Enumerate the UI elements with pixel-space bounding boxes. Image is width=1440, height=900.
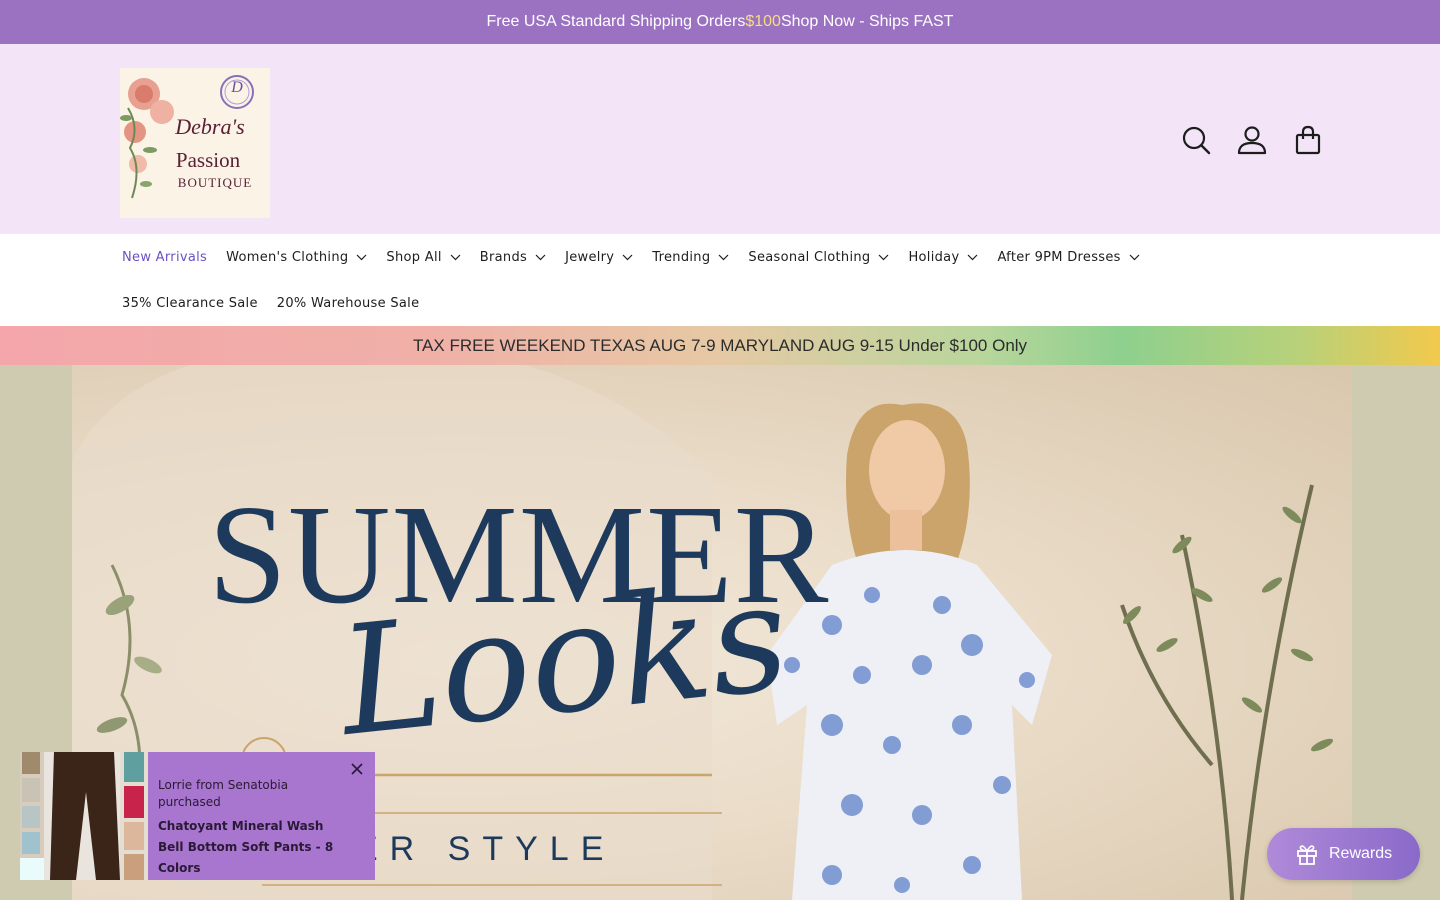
promo-bar[interactable]: TAX FREE WEEKEND TEXAS AUG 7-9 MARYLAND … bbox=[0, 326, 1440, 365]
rewards-button[interactable]: Rewards bbox=[1267, 828, 1420, 880]
chevron-down-icon bbox=[879, 254, 889, 260]
logo-line1: Debra's bbox=[175, 114, 245, 139]
promo-bar-text: TAX FREE WEEKEND TEXAS AUG 7-9 MARYLAND … bbox=[412, 335, 1028, 355]
nav-item-shop-all[interactable]: Shop All bbox=[386, 250, 461, 265]
main-navigation: New Arrivals Women's Clothing Shop All B… bbox=[0, 234, 1440, 326]
chevron-down-icon bbox=[622, 254, 633, 260]
logo-line3: BOUTIQUE bbox=[177, 175, 253, 190]
cart-icon[interactable] bbox=[1290, 122, 1326, 158]
nav-item-womens-clothing[interactable]: Women's Clothing bbox=[226, 250, 367, 265]
nav-item-holiday[interactable]: Holiday bbox=[908, 250, 978, 265]
nav-item-jewelry[interactable]: Jewelry bbox=[565, 250, 633, 265]
logo-monogram: D bbox=[231, 79, 243, 96]
search-icon[interactable] bbox=[1178, 122, 1214, 158]
chevron-down-icon bbox=[356, 254, 367, 260]
nav-item-brands[interactable]: Brands bbox=[480, 250, 546, 265]
site-header: D Debra's Passion BOUTIQUE bbox=[0, 44, 1440, 234]
hero-script-title: Looks bbox=[332, 550, 796, 770]
logo-line2: Passion bbox=[175, 148, 241, 172]
nav-item-trending[interactable]: Trending bbox=[652, 250, 729, 265]
popup-product-link[interactable]: Chatoyant Mineral Wash Bell Bottom Soft … bbox=[158, 816, 353, 879]
nav-row-primary: New Arrivals Women's Clothing Shop All B… bbox=[122, 246, 1159, 268]
chevron-down-icon bbox=[450, 254, 461, 260]
nav-item-clearance-sale[interactable]: 35% Clearance Sale bbox=[122, 296, 258, 311]
product-thumbnail[interactable] bbox=[20, 752, 148, 880]
popup-buyer: Lorrie from Senatobia purchased bbox=[158, 778, 289, 809]
announcement-amount: $100 bbox=[745, 13, 781, 30]
chevron-down-icon bbox=[535, 254, 546, 260]
nav-row-secondary: 35% Clearance Sale 20% Warehouse Sale bbox=[122, 292, 438, 314]
announcement-text-before: Free USA Standard Shipping Orders bbox=[486, 13, 746, 30]
chevron-down-icon bbox=[968, 254, 978, 260]
chevron-down-icon bbox=[718, 254, 729, 260]
nav-item-seasonal-clothing[interactable]: Seasonal Clothing bbox=[748, 250, 889, 265]
nav-item-warehouse-sale[interactable]: 20% Warehouse Sale bbox=[277, 296, 420, 311]
chevron-down-icon bbox=[1129, 254, 1140, 260]
gift-icon bbox=[1297, 845, 1317, 865]
store-logo[interactable]: D Debra's Passion BOUTIQUE bbox=[120, 68, 270, 218]
popup-details: Lorrie from Senatobia purchased Chatoyan… bbox=[158, 777, 353, 879]
nav-item-after-9pm-dresses[interactable]: After 9PM Dresses bbox=[997, 250, 1140, 265]
account-icon[interactable] bbox=[1234, 122, 1270, 158]
header-icons bbox=[1178, 122, 1326, 158]
announcement-text-after: Shop Now - Ships FAST bbox=[780, 13, 954, 30]
nav-item-new-arrivals[interactable]: New Arrivals bbox=[122, 250, 207, 265]
rewards-label: Rewards bbox=[1329, 845, 1393, 862]
recent-purchase-popup[interactable]: Lorrie from Senatobia purchased Chatoyan… bbox=[20, 752, 375, 880]
close-icon[interactable] bbox=[350, 762, 364, 776]
announcement-bar[interactable]: Free USA Standard Shipping Orders $100 S… bbox=[0, 0, 1440, 44]
